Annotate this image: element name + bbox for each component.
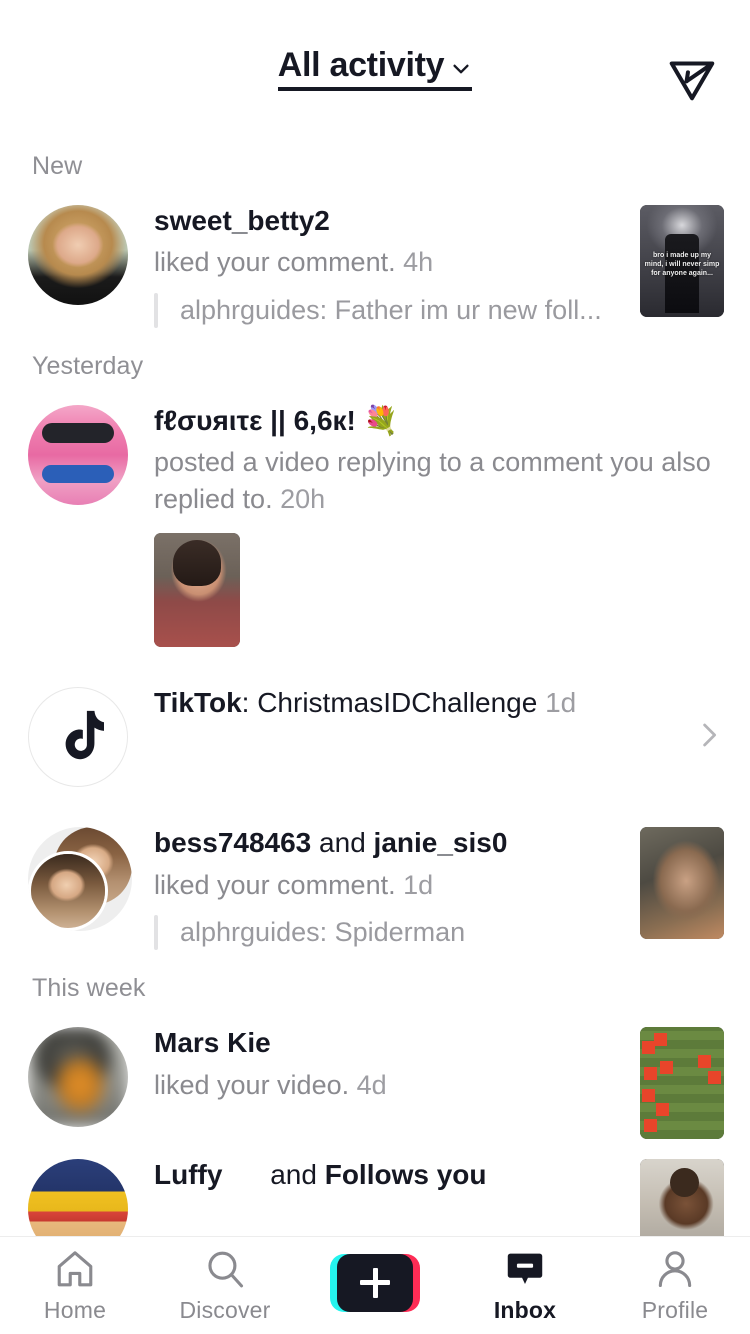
chevron-right-icon[interactable] bbox=[694, 720, 724, 750]
section-label-new: New bbox=[32, 152, 83, 180]
notification-title: Mars Kie bbox=[154, 1025, 628, 1061]
quoted-comment: alphrguides: Spiderman bbox=[154, 915, 628, 951]
bottom-tab-bar: Home Discover Inbox Profile bbox=[0, 1236, 750, 1334]
username[interactable]: TikTok bbox=[154, 687, 242, 718]
section-label-yesterday: Yesterday bbox=[32, 351, 144, 380]
action-text: liked your comment. bbox=[154, 247, 396, 278]
notification-body: fℓσυяιτε || 6,6к! 💐 posted a video reply… bbox=[132, 401, 724, 648]
send-plane-icon[interactable] bbox=[664, 50, 720, 104]
username[interactable]: sweet_betty2 bbox=[154, 205, 330, 236]
notification-title: bess748463 and janie_sis0 bbox=[154, 825, 628, 861]
username[interactable]: bess748463 bbox=[154, 827, 311, 858]
avatar-column bbox=[28, 401, 132, 505]
notification-body: bess748463 and janie_sis0 liked your com… bbox=[132, 823, 628, 951]
quoted-comment: alphrguides: Father im ur new foll... bbox=[154, 292, 628, 328]
search-icon bbox=[208, 1251, 244, 1288]
notification-body: Mars Kie liked your video. 4d bbox=[132, 1023, 628, 1103]
avatar-stack[interactable] bbox=[28, 827, 132, 932]
notification-title: TikTok: ChristmasIDChallenge 1d bbox=[154, 685, 684, 721]
avatar[interactable] bbox=[28, 1027, 128, 1128]
notification-body: TikTok: ChristmasIDChallenge 1d bbox=[132, 683, 684, 721]
tab-home[interactable]: Home bbox=[0, 1237, 150, 1334]
notification-action: liked your comment. 4h bbox=[154, 244, 628, 280]
avatar[interactable] bbox=[28, 687, 128, 788]
avatar-photo bbox=[28, 404, 128, 505]
page-title: All activity bbox=[277, 46, 445, 85]
notification-title: Luffy and Follows you bbox=[154, 1157, 628, 1193]
timestamp: 1d bbox=[545, 687, 577, 719]
notification-row[interactable]: sweet_betty2 liked your comment. 4h alph… bbox=[0, 191, 750, 338]
video-thumbnail[interactable] bbox=[154, 533, 240, 648]
tab-label: Home bbox=[43, 1297, 107, 1323]
conjunction: and bbox=[270, 1159, 317, 1191]
person-icon bbox=[658, 1251, 692, 1288]
header: All activity bbox=[0, 0, 750, 138]
tiktok-logo-icon bbox=[65, 711, 104, 760]
tab-profile[interactable]: Profile bbox=[600, 1237, 750, 1334]
notification-row[interactable]: fℓσυяιτε || 6,6к! 💐 posted a video reply… bbox=[0, 391, 750, 657]
create-dark-layer bbox=[337, 1253, 413, 1312]
notification-row[interactable]: TikTok: ChristmasIDChallenge 1d bbox=[0, 657, 750, 813]
notification-body: sweet_betty2 liked your comment. 4h alph… bbox=[132, 201, 628, 328]
conjunction: and bbox=[319, 827, 366, 859]
tab-discover[interactable]: Discover bbox=[150, 1237, 300, 1334]
activity-filter-dropdown[interactable]: All activity bbox=[277, 46, 473, 91]
avatar-column bbox=[28, 201, 132, 305]
avatar-column bbox=[28, 823, 132, 932]
notification-row[interactable]: Mars Kie liked your video. 4d bbox=[0, 1013, 750, 1149]
action-text: liked your comment. bbox=[154, 869, 396, 900]
video-thumbnail[interactable] bbox=[640, 1027, 724, 1140]
username-secondary[interactable]: janie_sis0 bbox=[374, 827, 508, 858]
timestamp: 4d bbox=[356, 1069, 387, 1100]
avatar-photo bbox=[31, 854, 105, 929]
chevron-down-icon bbox=[453, 64, 469, 74]
quote-text: alphrguides: Father im ur new foll... bbox=[180, 294, 602, 325]
section-label-this-week: This week bbox=[32, 974, 146, 1003]
video-thumbnail[interactable]: bro i made up my mind, i will never simp… bbox=[640, 205, 724, 317]
thumbnail-art bbox=[640, 1027, 724, 1140]
challenge-name: : ChristmasIDChallenge bbox=[241, 687, 538, 719]
tab-create[interactable] bbox=[300, 1237, 450, 1334]
avatar[interactable] bbox=[28, 404, 128, 505]
tab-label: Profile bbox=[641, 1297, 709, 1323]
timestamp: 1d bbox=[403, 869, 434, 900]
quote-text: alphrguides: Spiderman bbox=[180, 917, 466, 948]
timestamp: 20h bbox=[280, 483, 326, 514]
thumbnail-overlay-text: bro i made up my mind, i will never simp… bbox=[644, 252, 720, 277]
username[interactable]: Mars Kie bbox=[154, 1027, 271, 1058]
tiktok-inbox-screen: All activity New sweet_betty2 liked your… bbox=[0, 0, 750, 1334]
timestamp: 4h bbox=[403, 247, 434, 278]
avatar[interactable] bbox=[28, 205, 128, 305]
plus-vertical bbox=[372, 1267, 378, 1298]
notification-title: fℓσυяιτε || 6,6к! 💐 bbox=[154, 403, 724, 439]
notification-row[interactable]: bess748463 and janie_sis0 liked your com… bbox=[0, 813, 750, 960]
home-icon bbox=[57, 1251, 93, 1287]
follow-status: Follows you bbox=[324, 1159, 487, 1191]
notification-action: liked your video. 4d bbox=[154, 1067, 628, 1103]
notification-body: Luffy and Follows you bbox=[132, 1155, 628, 1193]
action-text: posted a video replying to a comment you… bbox=[154, 447, 711, 514]
thumbnail-art bbox=[640, 827, 724, 940]
tab-inbox[interactable]: Inbox bbox=[450, 1237, 600, 1334]
avatar-column bbox=[28, 1023, 132, 1128]
inbox-icon bbox=[507, 1253, 543, 1285]
avatar-photo bbox=[28, 205, 128, 305]
video-thumbnail[interactable] bbox=[640, 827, 724, 940]
username[interactable]: Luffy bbox=[154, 1159, 222, 1190]
avatar-photo bbox=[28, 1027, 128, 1128]
tab-label: Discover bbox=[179, 1297, 271, 1323]
create-plus-icon[interactable] bbox=[330, 1253, 420, 1312]
notification-action: posted a video replying to a comment you… bbox=[154, 444, 724, 517]
avatar-primary bbox=[28, 851, 108, 932]
avatar-column bbox=[28, 683, 132, 788]
tab-label: Inbox bbox=[493, 1297, 557, 1323]
thumbnail-art bbox=[154, 533, 240, 648]
notification-action: liked your comment. 1d bbox=[154, 867, 628, 903]
username[interactable]: fℓσυяιτε || 6,6к! 💐 bbox=[154, 405, 399, 436]
notification-title: sweet_betty2 bbox=[154, 203, 628, 239]
action-text: liked your video. bbox=[154, 1069, 350, 1100]
